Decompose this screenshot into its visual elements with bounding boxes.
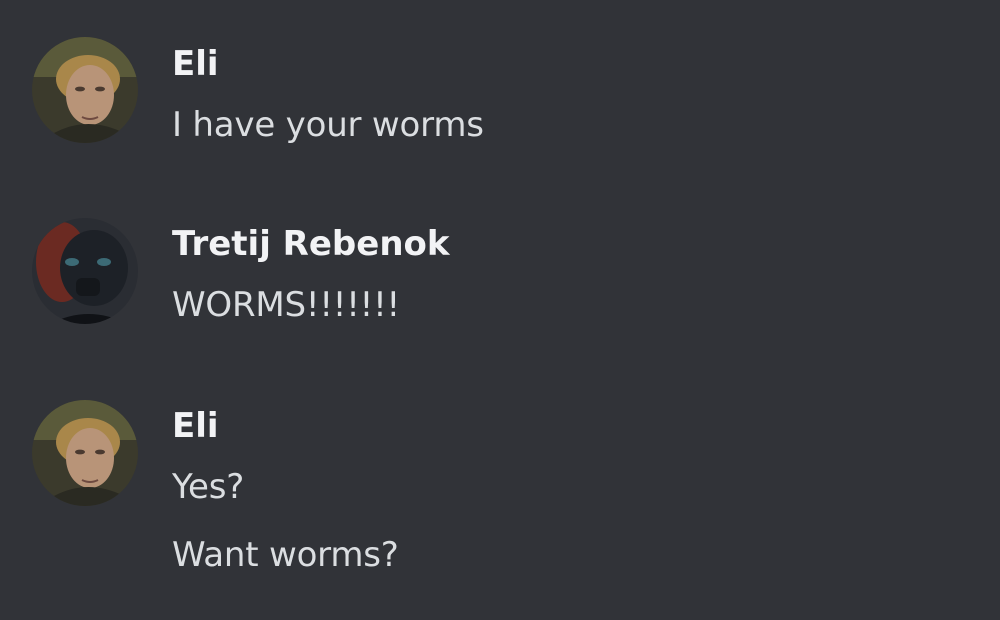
message-text: I have your worms bbox=[172, 105, 484, 145]
message-author[interactable]: Eli bbox=[172, 406, 219, 446]
message-author[interactable]: Tretij Rebenok bbox=[172, 224, 450, 264]
user-avatar[interactable] bbox=[32, 400, 138, 506]
user-avatar[interactable] bbox=[32, 37, 138, 143]
avatar-tretij-rebenok-image bbox=[32, 218, 138, 324]
avatar-eli-image bbox=[32, 37, 138, 143]
avatar-eli-image bbox=[32, 400, 138, 506]
user-avatar[interactable] bbox=[32, 218, 138, 324]
message-text: WORMS!!!!!!! bbox=[172, 285, 400, 325]
chat-message-list: Eli I have your worms Tretij Rebenok WOR… bbox=[0, 0, 1000, 620]
message-text: Want worms? bbox=[172, 535, 399, 575]
message-text: Yes? bbox=[172, 467, 245, 507]
message-author[interactable]: Eli bbox=[172, 44, 219, 84]
